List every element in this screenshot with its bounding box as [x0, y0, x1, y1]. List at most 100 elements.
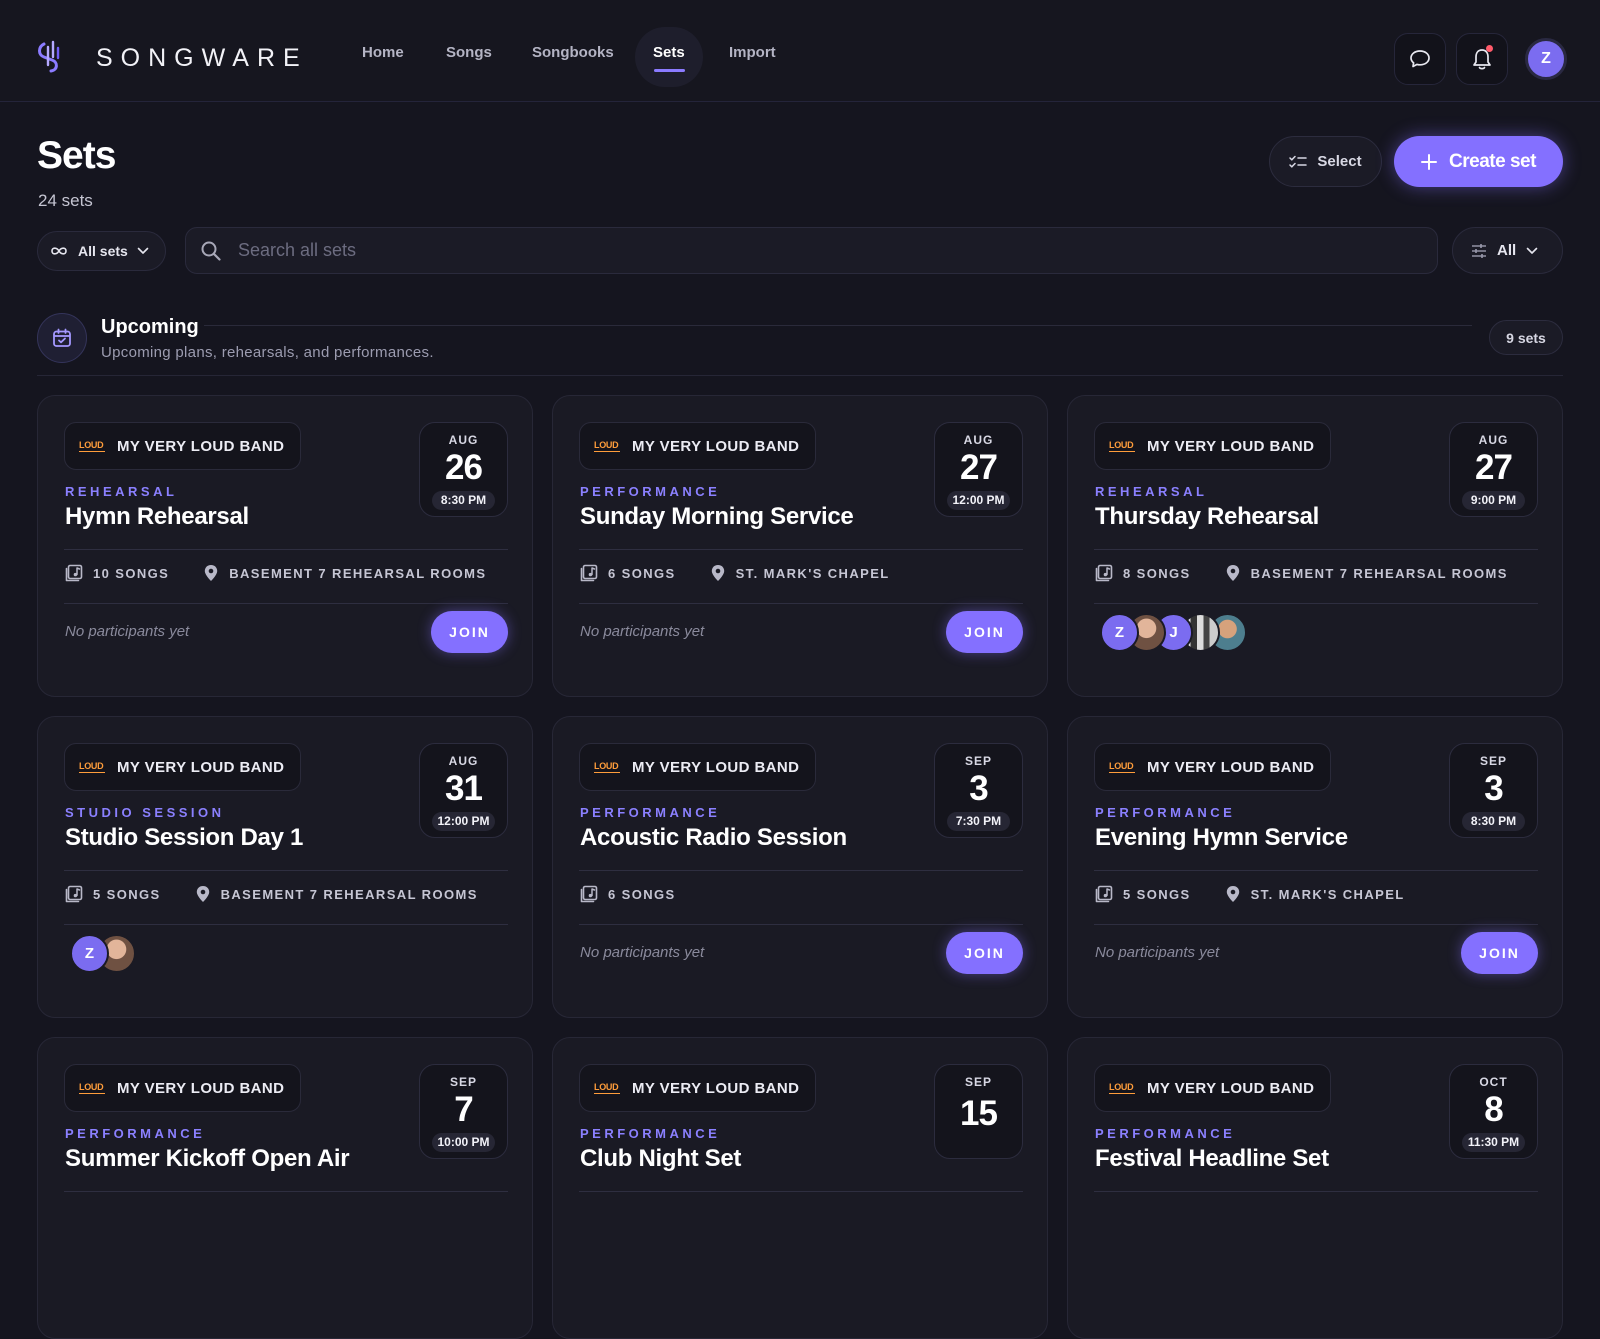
band-name: MY VERY LOUD BAND [632, 758, 800, 776]
participant-avatar[interactable]: Z [70, 934, 109, 973]
song-count: 8 SONGS [1123, 565, 1191, 581]
create-set-button[interactable]: Create set [1394, 136, 1563, 187]
date-time: 9:00 PM [1462, 491, 1525, 510]
songbook-icon [1095, 885, 1113, 903]
date-badge: OCT 8 11:30 PM [1449, 1064, 1538, 1159]
date-time: 8:30 PM [432, 491, 495, 510]
location-pin-icon [711, 565, 724, 581]
participant-avatars[interactable]: Z [70, 934, 136, 973]
calendar-icon-badge [37, 313, 87, 363]
card-divider [1094, 924, 1538, 925]
nav-songbooks[interactable]: Songbooks [532, 44, 614, 61]
band-chip[interactable]: LOUD MY VERY LOUD BAND [64, 743, 302, 791]
participant-avatars[interactable]: ZJ [1100, 613, 1247, 652]
song-count: 6 SONGS [608, 886, 676, 902]
set-name[interactable]: Festival Headline Set [1095, 1145, 1329, 1173]
set-card[interactable]: LOUD MY VERY LOUD BAND SEP 3 8:30 PM PERFORMA… [1067, 716, 1563, 1018]
band-logo-icon: LOUD [1109, 1081, 1135, 1094]
band-chip[interactable]: LOUD MY VERY LOUD BAND [64, 1064, 302, 1112]
set-type-label: PERFORMANCE [1095, 805, 1236, 820]
band-logo-icon: LOUD [79, 439, 105, 452]
nav-home[interactable]: Home [362, 44, 404, 61]
set-name[interactable]: Acoustic Radio Session [580, 824, 847, 852]
select-label: Select [1317, 153, 1362, 170]
section-title: Upcoming [101, 316, 199, 338]
date-day: 8 [1484, 1090, 1503, 1129]
card-divider [1094, 1191, 1538, 1192]
join-button[interactable]: JOIN [1461, 932, 1538, 974]
page-title: Sets [37, 134, 116, 177]
notification-dot [1486, 45, 1493, 52]
set-type-label: STUDIO SESSION [65, 805, 225, 820]
songware-logo-icon[interactable] [34, 38, 70, 74]
nav-sets[interactable]: Sets [653, 44, 685, 61]
band-chip[interactable]: LOUD MY VERY LOUD BAND [1094, 743, 1332, 791]
select-button[interactable]: Select [1269, 136, 1382, 187]
set-card[interactable]: LOUD MY VERY LOUD BAND OCT 8 11:30 PM PERFORM… [1067, 1037, 1563, 1339]
set-name[interactable]: Evening Hymn Service [1095, 824, 1348, 852]
set-card[interactable]: LOUD MY VERY LOUD BAND AUG 31 12:00 PM STUDIO… [37, 716, 533, 1018]
location-pin-icon [1226, 886, 1239, 902]
set-name[interactable]: Summer Kickoff Open Air [65, 1145, 350, 1173]
search-container [185, 227, 1438, 274]
band-name: MY VERY LOUD BAND [1147, 437, 1315, 455]
band-logo-icon: LOUD [1109, 760, 1135, 773]
section-subtitle: Upcoming plans, rehearsals, and performa… [101, 344, 434, 361]
set-card[interactable]: LOUD MY VERY LOUD BAND AUG 27 12:00 PM PERFOR… [552, 395, 1048, 697]
all-sets-dropdown[interactable]: All sets [37, 231, 166, 271]
songbook-icon [580, 885, 598, 903]
sliders-icon [1472, 243, 1486, 258]
band-chip[interactable]: LOUD MY VERY LOUD BAND [579, 743, 817, 791]
set-name[interactable]: Studio Session Day 1 [65, 824, 303, 852]
participant-avatar[interactable]: Z [1100, 613, 1139, 652]
set-name[interactable]: Hymn Rehearsal [65, 503, 249, 531]
set-type-label: PERFORMANCE [65, 1126, 206, 1141]
date-month: AUG [1478, 433, 1509, 447]
band-logo-icon: LOUD [1109, 439, 1135, 452]
set-meta: 6 SONGS ST. MARK'S CHAPEL [580, 564, 890, 582]
set-name[interactable]: Thursday Rehearsal [1095, 503, 1319, 531]
set-card[interactable]: LOUD MY VERY LOUD BAND AUG 26 8:30 PM REHEARS… [37, 395, 533, 697]
band-chip[interactable]: LOUD MY VERY LOUD BAND [1094, 422, 1332, 470]
set-meta: 8 SONGS BASEMENT 7 REHEARSAL ROOMS [1095, 564, 1508, 582]
user-avatar[interactable]: Z [1525, 38, 1567, 80]
date-day: 27 [1475, 448, 1513, 487]
card-divider [64, 924, 508, 925]
set-card[interactable]: LOUD MY VERY LOUD BAND AUG 27 9:00 PM REHEARS… [1067, 395, 1563, 697]
date-time: 12:00 PM [947, 491, 1010, 510]
set-card[interactable]: LOUD MY VERY LOUD BAND SEP 7 10:00 PM PERFORM… [37, 1037, 533, 1339]
band-chip[interactable]: LOUD MY VERY LOUD BAND [579, 422, 817, 470]
date-month: SEP [964, 754, 992, 768]
search-input[interactable] [238, 228, 1418, 273]
band-chip[interactable]: LOUD MY VERY LOUD BAND [579, 1064, 817, 1112]
date-day: 3 [969, 769, 988, 808]
set-location: BASEMENT 7 REHEARSAL ROOMS [1250, 565, 1508, 581]
set-card[interactable]: LOUD MY VERY LOUD BAND SEP 3 7:30 PM PERFORMA… [552, 716, 1048, 1018]
filter-dropdown[interactable]: All [1452, 227, 1563, 274]
set-type-label: PERFORMANCE [580, 1126, 721, 1141]
messages-button[interactable] [1394, 33, 1446, 85]
section-divider [37, 375, 1563, 376]
join-button[interactable]: JOIN [946, 932, 1023, 974]
card-divider [579, 603, 1023, 604]
notifications-button[interactable] [1456, 33, 1508, 85]
join-button[interactable]: JOIN [946, 611, 1023, 653]
date-month: SEP [449, 1075, 477, 1089]
nav-import[interactable]: Import [729, 44, 776, 61]
card-divider [64, 1191, 508, 1192]
band-chip[interactable]: LOUD MY VERY LOUD BAND [64, 422, 302, 470]
set-name[interactable]: Sunday Morning Service [580, 503, 854, 531]
card-divider [579, 1191, 1023, 1192]
set-name[interactable]: Club Night Set [580, 1145, 741, 1173]
set-card[interactable]: LOUD MY VERY LOUD BAND SEP 15 PERFORMANCE Clu… [552, 1037, 1048, 1339]
band-logo-icon: LOUD [79, 1081, 105, 1094]
band-name: MY VERY LOUD BAND [117, 437, 285, 455]
songbook-icon [65, 564, 83, 582]
nav-songs[interactable]: Songs [446, 44, 492, 61]
join-button[interactable]: JOIN [431, 611, 508, 653]
set-type-label: REHEARSAL [65, 484, 178, 499]
no-participants-text: No participants yet [580, 623, 705, 640]
date-day: 3 [1484, 769, 1503, 808]
card-divider [1094, 870, 1538, 871]
band-chip[interactable]: LOUD MY VERY LOUD BAND [1094, 1064, 1332, 1112]
